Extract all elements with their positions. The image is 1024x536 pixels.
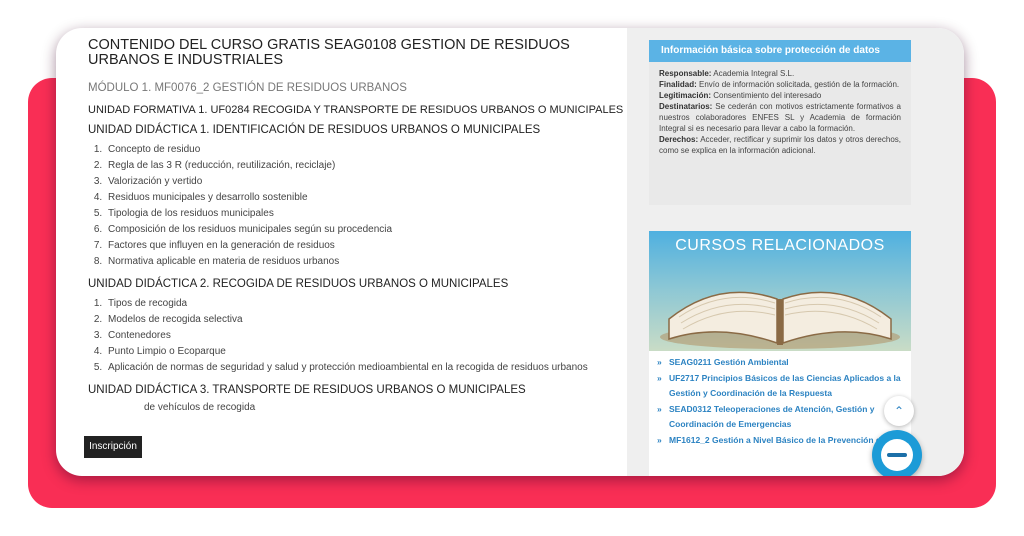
unit-1-title: UNIDAD DIDÁCTICA 1. IDENTIFICACIÓN DE RE… bbox=[88, 124, 541, 136]
related-courses-list: SEAG0211 Gestión Ambiental UF2717 Princi… bbox=[649, 351, 911, 448]
privacy-row: Destinatarios: Se cederán con motivos es… bbox=[659, 102, 901, 133]
privacy-row: Responsable: Academia Integral S.L. bbox=[659, 69, 795, 78]
related-course-link[interactable]: SEAG0211 Gestión Ambiental bbox=[657, 355, 901, 371]
related-course-link[interactable]: MF1612_2 Gestión a Nivel Básico de la Pr… bbox=[657, 433, 901, 449]
unit-1-topics: Concepto de residuo Regla de las 3 R (re… bbox=[88, 142, 627, 270]
unit-2-title: UNIDAD DIDÁCTICA 2. RECOGIDA DE RESIDUOS… bbox=[88, 278, 509, 290]
privacy-row: Finalidad: Envío de información solicita… bbox=[659, 80, 900, 89]
topic-item: Normativa aplicable en materia de residu… bbox=[105, 254, 627, 270]
inscripcion-button[interactable]: Inscripción bbox=[84, 436, 142, 458]
privacy-header: Información básica sobre protección de d… bbox=[649, 40, 911, 62]
privacy-row: Derechos: Acceder, rectificar y suprimir… bbox=[659, 135, 902, 155]
chat-icon bbox=[881, 439, 913, 471]
unit-3-title: UNIDAD DIDÁCTICA 3. TRANSPORTE DE RESIDU… bbox=[88, 384, 526, 396]
related-courses: CURSOS RELACIONADOS SEAG0211 Gestión Amb… bbox=[649, 231, 911, 476]
related-course-link[interactable]: SEAD0312 Teleoperaciones de Atención, Ge… bbox=[657, 402, 901, 433]
chevron-up-icon: ⌃ bbox=[893, 404, 905, 418]
screenshot-card: CONTENIDO DEL CURSO GRATIS SEAG0108 GEST… bbox=[56, 28, 964, 476]
topic-item: Punto Limpio o Ecoparque bbox=[105, 344, 627, 360]
topic-item: Residuos municipales y desarrollo sosten… bbox=[105, 190, 627, 206]
open-book-image bbox=[660, 291, 900, 349]
topic-item: Aplicación de normas de seguridad y salu… bbox=[105, 360, 627, 376]
unit-2-topics: Tipos de recogida Modelos de recogida se… bbox=[88, 296, 627, 376]
topic-item: Valorización y vertido bbox=[105, 174, 627, 190]
topic-item: Factores que influyen en la generación d… bbox=[105, 238, 627, 254]
topic-item: Tipos de recogida bbox=[105, 296, 627, 312]
related-courses-title: CURSOS RELACIONADOS bbox=[675, 237, 885, 254]
course-title: CONTENIDO DEL CURSO GRATIS SEAG0108 GEST… bbox=[88, 38, 570, 68]
privacy-body: Responsable: Academia Integral S.L. Fina… bbox=[649, 62, 911, 156]
topic-item: Concepto de residuo bbox=[105, 142, 627, 158]
topic-item: Composición de los residuos municipales … bbox=[105, 222, 627, 238]
related-course-link[interactable]: UF2717 Principios Básicos de las Ciencia… bbox=[657, 371, 901, 402]
topic-item: Modelos de recogida selectiva bbox=[105, 312, 627, 328]
topic-item: Contenedores bbox=[105, 328, 627, 344]
module-title: MÓDULO 1. MF0076_2 GESTIÓN DE RESIDUOS U… bbox=[88, 82, 407, 94]
topic-item: Tipologia de los residuos municipales bbox=[105, 206, 627, 222]
topic-item: de vehículos de recogida bbox=[144, 402, 256, 413]
privacy-row: Legitimación: Consentimiento del interes… bbox=[659, 91, 822, 100]
related-courses-banner: CURSOS RELACIONADOS bbox=[649, 231, 911, 351]
sidebar: Información básica sobre protección de d… bbox=[647, 28, 964, 476]
topic-item: Regla de las 3 R (reducción, reutilizaci… bbox=[105, 158, 627, 174]
course-content: CONTENIDO DEL CURSO GRATIS SEAG0108 GEST… bbox=[88, 38, 627, 468]
chat-button[interactable] bbox=[872, 430, 922, 476]
formative-unit-title: UNIDAD FORMATIVA 1. UF0284 RECOGIDA Y TR… bbox=[88, 104, 624, 116]
column-gutter bbox=[627, 28, 647, 476]
privacy-box: Información básica sobre protección de d… bbox=[649, 40, 911, 205]
scroll-top-button[interactable]: ⌃ bbox=[884, 396, 914, 426]
